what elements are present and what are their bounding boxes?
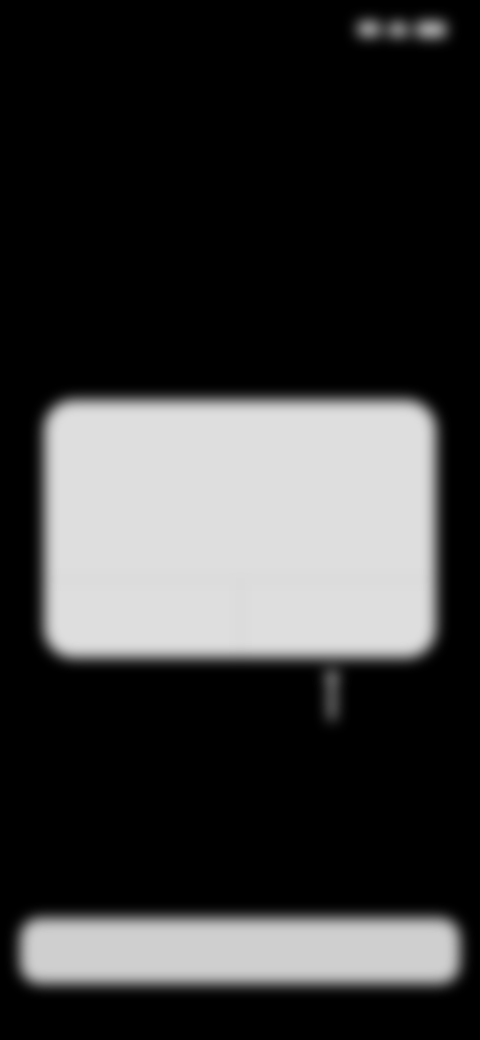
- bottom-action-button[interactable]: [20, 918, 460, 984]
- battery-icon: [416, 21, 446, 37]
- signal-icon: [358, 22, 380, 36]
- status-icons: [358, 21, 446, 37]
- blurred-screen: [0, 0, 480, 1040]
- alert-button-row: [44, 579, 436, 658]
- status-bar: [34, 14, 446, 44]
- alert-secondary-button[interactable]: [44, 580, 240, 658]
- pointer-arrow-icon: [324, 672, 340, 720]
- wifi-icon: [388, 22, 408, 36]
- alert-dialog: [44, 400, 436, 658]
- status-time: [34, 18, 114, 40]
- alert-primary-button[interactable]: [239, 580, 437, 658]
